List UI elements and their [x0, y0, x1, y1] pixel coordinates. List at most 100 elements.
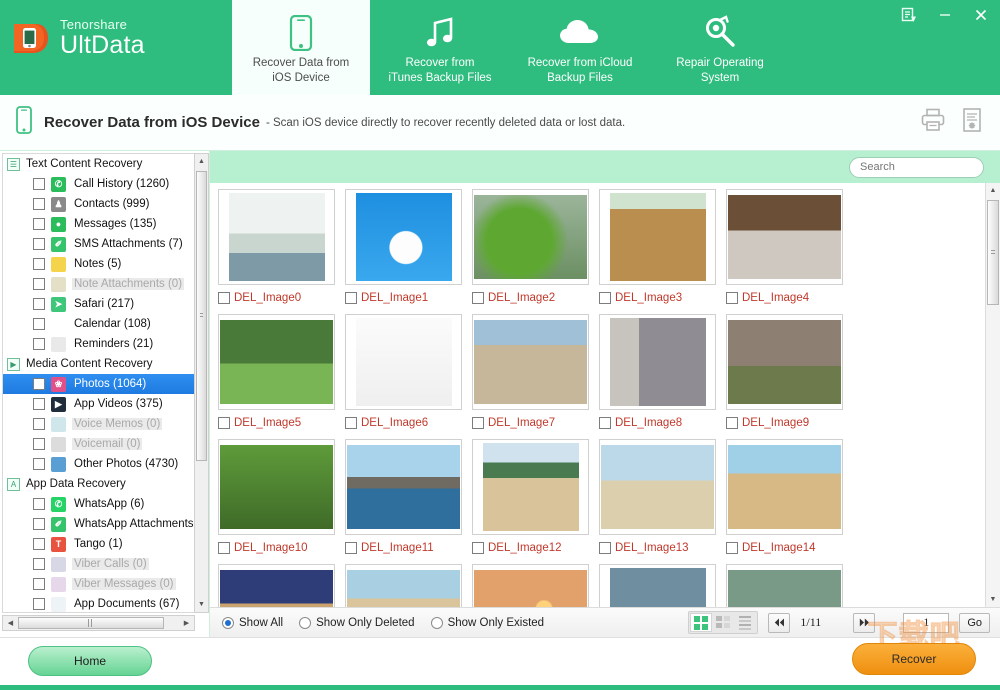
sidebar-item-checkbox[interactable] — [33, 598, 45, 610]
thumbnail-frame[interactable] — [726, 439, 843, 535]
thumbnail-image[interactable] — [347, 570, 460, 607]
scroll-left-icon[interactable]: ◀ — [3, 616, 18, 630]
filter-show-only-existed[interactable]: Show Only Existed — [431, 617, 545, 629]
thumbnail-checkbox[interactable] — [472, 417, 484, 429]
sidebar-item-whatsapp[interactable]: ✆WhatsApp (6) — [3, 494, 195, 514]
thumbnail-frame[interactable] — [218, 314, 335, 410]
sidebar-item-checkbox[interactable] — [33, 318, 45, 330]
thumbnail-frame[interactable] — [345, 439, 462, 535]
thumbnail-frame[interactable] — [726, 564, 843, 607]
grid-scroll-down-icon[interactable]: ▼ — [986, 592, 1000, 607]
print-icon[interactable] — [920, 107, 946, 138]
app-icon[interactable]: A — [7, 478, 20, 491]
thumbnail-image[interactable] — [728, 445, 841, 529]
thumbnail-image[interactable] — [728, 570, 841, 607]
thumbnail-checkbox[interactable] — [345, 417, 357, 429]
sidebar-group-media-content-recovery[interactable]: ▶Media Content Recovery — [3, 354, 195, 374]
thumbnail-frame[interactable] — [345, 189, 462, 285]
small-grid-icon[interactable] — [712, 613, 734, 632]
thumbnail-image[interactable] — [474, 570, 587, 607]
thumbnail-cell[interactable]: DEL_Image0 — [218, 189, 345, 314]
sidebar-item-photos[interactable]: ❀Photos (1064) — [3, 374, 195, 394]
sidebar-item-checkbox[interactable] — [33, 338, 45, 350]
thumbnail-cell[interactable]: DEL_Image17 — [472, 564, 599, 607]
sidebar-item-app-documents[interactable]: App Documents (67) — [3, 594, 195, 613]
sidebar-item-checkbox[interactable] — [33, 458, 45, 470]
recover-button[interactable]: Recover — [852, 643, 976, 675]
expand-icon[interactable]: ▶ — [7, 358, 20, 371]
thumbnail-checkbox[interactable] — [726, 417, 738, 429]
thumbnail-frame[interactable] — [726, 189, 843, 285]
thumbnail-checkbox[interactable] — [599, 292, 611, 304]
thumbnail-cell[interactable] — [726, 564, 853, 607]
thumbnail-image[interactable] — [610, 193, 706, 281]
thumbnail-image[interactable] — [610, 568, 706, 607]
thumbnail-cell[interactable]: DEL_Image1 — [345, 189, 472, 314]
thumbnail-cell[interactable]: DEL_Image6 — [345, 314, 472, 439]
sidebar-item-checkbox[interactable] — [33, 418, 45, 430]
scroll-up-icon[interactable]: ▲ — [195, 154, 208, 169]
report-settings-icon[interactable] — [960, 107, 984, 138]
last-page-button[interactable] — [853, 613, 875, 633]
sidebar-item-checkbox[interactable] — [33, 438, 45, 450]
thumbnail-image[interactable] — [356, 318, 452, 406]
sidebar-item-checkbox[interactable] — [33, 278, 45, 290]
sidebar-item-app-videos[interactable]: ▶App Videos (375) — [3, 394, 195, 414]
sidebar-item-contacts[interactable]: ♟Contacts (999) — [3, 194, 195, 214]
sidebar-horizontal-scrollbar[interactable]: ◀ ▶ — [2, 615, 195, 631]
thumbnail-cell[interactable]: DEL_Image9 — [726, 314, 853, 439]
thumbnail-image[interactable] — [728, 195, 841, 279]
close-icon[interactable] — [970, 4, 992, 26]
minimize-icon[interactable] — [934, 4, 956, 26]
radio-indicator[interactable] — [299, 617, 311, 629]
thumbnail-checkbox[interactable] — [726, 542, 738, 554]
grid-scroll-up-icon[interactable]: ▲ — [986, 183, 1000, 198]
sidebar-item-other-photos[interactable]: Other Photos (4730) — [3, 454, 195, 474]
thumbnail-cell[interactable]: DEL_Image7 — [472, 314, 599, 439]
tab-repair-operating-system[interactable]: Repair Operating System — [650, 0, 790, 95]
thumbnail-frame[interactable] — [599, 189, 716, 285]
page-number-input[interactable] — [903, 613, 949, 633]
sidebar-item-tango[interactable]: TTango (1) — [3, 534, 195, 554]
home-button[interactable]: Home — [28, 646, 152, 676]
thumbnail-cell[interactable] — [599, 564, 726, 607]
grid-scrollbar-thumb[interactable] — [987, 200, 999, 305]
thumbnail-cell[interactable]: DEL_Image8 — [599, 314, 726, 439]
thumbnail-cell[interactable]: DEL_Image16 — [345, 564, 472, 607]
thumbnail-image[interactable] — [601, 445, 714, 529]
sidebar-item-checkbox[interactable] — [33, 398, 45, 410]
thumbnail-cell[interactable]: DEL_Image3 — [599, 189, 726, 314]
sidebar-item-voice-memos[interactable]: Voice Memos (0) — [3, 414, 195, 434]
tab-recover-itunes-backup[interactable]: Recover from iTunes Backup Files — [370, 0, 510, 95]
thumbnail-image[interactable] — [229, 193, 325, 281]
sidebar-group-text-content-recovery[interactable]: ☰Text Content Recovery — [3, 154, 195, 174]
sidebar-item-checkbox[interactable] — [33, 238, 45, 250]
thumbnail-frame[interactable] — [472, 564, 589, 607]
thumbnail-frame[interactable] — [345, 314, 462, 410]
thumbnail-image[interactable] — [483, 443, 579, 531]
thumbnail-image[interactable] — [610, 318, 706, 406]
thumbnail-checkbox[interactable] — [345, 292, 357, 304]
thumbnail-image[interactable] — [347, 445, 460, 529]
thumbnail-checkbox[interactable] — [472, 542, 484, 554]
thumbnail-frame[interactable] — [472, 189, 589, 285]
thumbnail-image[interactable] — [220, 445, 333, 529]
sidebar-item-checkbox[interactable] — [33, 378, 45, 390]
sidebar-item-checkbox[interactable] — [33, 558, 45, 570]
sidebar-item-note-attachments[interactable]: Note Attachments (0) — [3, 274, 195, 294]
thumbnail-frame[interactable] — [726, 314, 843, 410]
thumbnail-checkbox[interactable] — [472, 292, 484, 304]
tab-recover-ios-device[interactable]: Recover Data from iOS Device — [232, 0, 370, 95]
thumbnail-cell[interactable]: DEL_Image13 — [599, 439, 726, 564]
scrollbar-thumb[interactable] — [196, 171, 207, 461]
sidebar-item-notes[interactable]: Notes (5) — [3, 254, 195, 274]
thumbnail-checkbox[interactable] — [218, 417, 230, 429]
feedback-icon[interactable] — [898, 4, 920, 26]
large-grid-icon[interactable] — [690, 613, 712, 632]
sidebar-item-reminders[interactable]: Reminders (21) — [3, 334, 195, 354]
thumbnail-cell[interactable]: DEL_Image5 — [218, 314, 345, 439]
sidebar-item-checkbox[interactable] — [33, 498, 45, 510]
go-button[interactable]: Go — [959, 613, 990, 633]
thumbnail-image[interactable] — [356, 193, 452, 281]
thumbnail-cell[interactable]: DEL_Image10 — [218, 439, 345, 564]
